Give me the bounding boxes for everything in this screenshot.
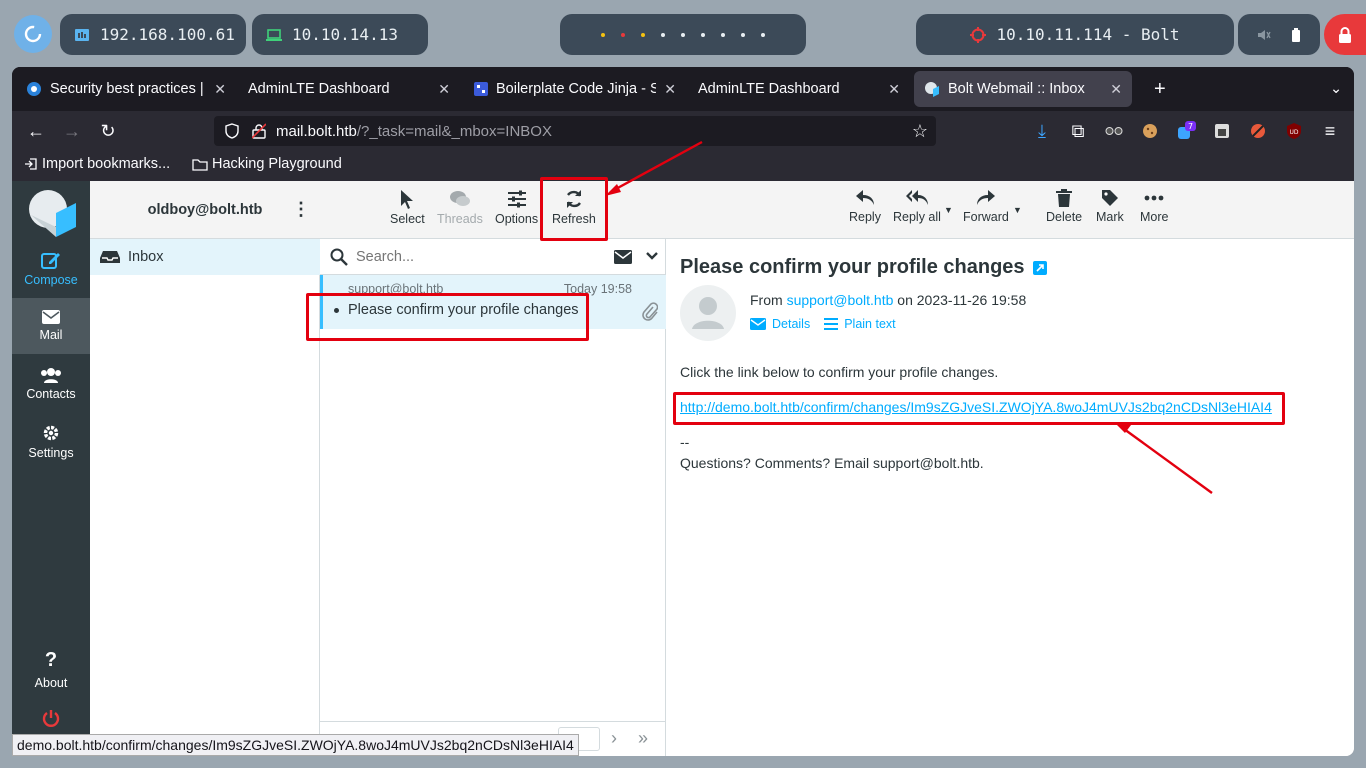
arrow-refresh [613, 140, 703, 192]
arrow-link [1123, 428, 1213, 494]
annotation-arrows [605, 140, 1213, 494]
arrowhead-refresh [605, 184, 621, 196]
link-status-bar: demo.bolt.htb/confirm/changes/Im9sZGJveS… [12, 734, 579, 756]
